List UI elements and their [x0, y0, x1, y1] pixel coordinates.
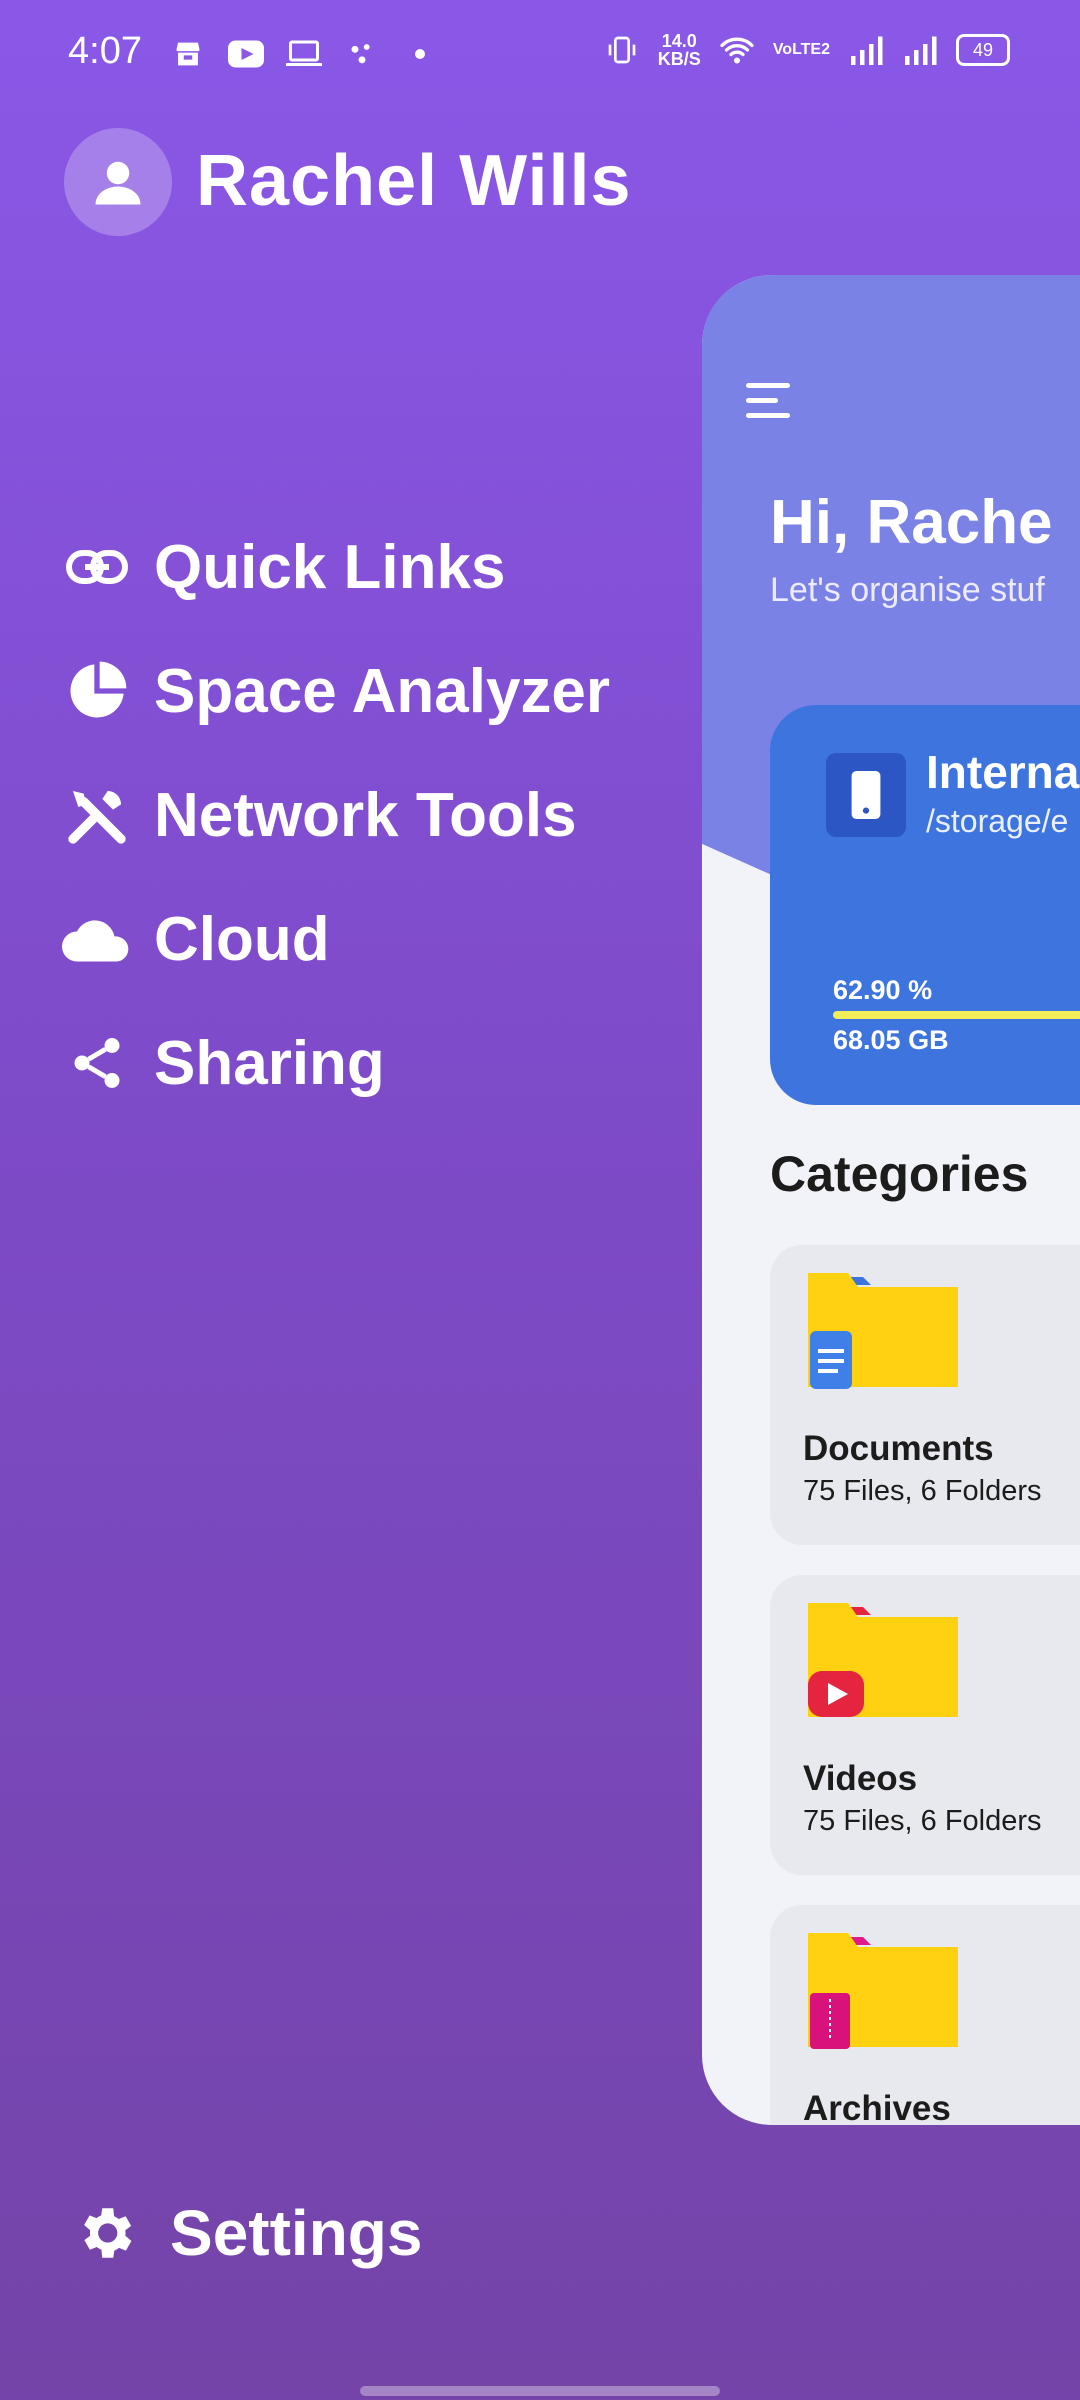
settings-button[interactable]: Settings	[70, 2196, 422, 2270]
net-speed-unit: KB/S	[657, 49, 701, 69]
notification-icons	[170, 36, 438, 72]
status-right: 14.0 KB/S VoLTE2 49	[604, 32, 1010, 68]
status-time: 4:07	[68, 30, 142, 72]
category-name: Documents	[803, 1429, 994, 1468]
vibrate-icon	[604, 32, 640, 68]
videos-folder-icon	[808, 1603, 958, 1717]
user-icon	[95, 161, 141, 205]
menu-item-sharing[interactable]: Sharing	[62, 1001, 610, 1125]
phone-icon	[826, 753, 906, 837]
storage-progress-bar	[833, 1011, 1080, 1019]
menu-label-space-analyzer: Space Analyzer	[154, 656, 611, 726]
menu-item-space-analyzer[interactable]: Space Analyzer	[62, 629, 610, 753]
tools-icon	[62, 780, 132, 850]
menu-label-quick-links: Quick Links	[154, 532, 506, 602]
profile-name: Rachel Wills	[196, 141, 632, 221]
internal-storage-card[interactable]: Interna /storage/e 62.90 % 68.05 GB	[770, 705, 1080, 1105]
home-indicator[interactable]	[360, 2386, 720, 2396]
status-bar: 4:07 14.0 KB/S VoLTE2 49	[0, 0, 1080, 110]
category-name: Videos	[803, 1759, 918, 1798]
category-archives[interactable]: Archives	[770, 1905, 1080, 2125]
category-documents[interactable]: Documents 75 Files, 6 Folders	[770, 1245, 1080, 1545]
volte-label: VoLTE2	[772, 41, 830, 58]
main-screen-preview[interactable]: Hi, Rache Let's organise stuf Interna /s…	[702, 275, 1080, 2125]
storage-path: /storage/e	[926, 803, 1069, 839]
dots-icon	[344, 36, 380, 72]
pie-chart-icon	[62, 656, 132, 726]
share-icon	[62, 1028, 132, 1098]
storage-used-size: 68.05 GB	[833, 1025, 949, 1055]
link-icon	[62, 532, 132, 602]
category-meta: 75 Files, 6 Folders	[803, 1475, 1042, 1507]
wifi-icon	[719, 32, 755, 68]
storage-title: Interna	[926, 746, 1080, 798]
signal-icon-1	[848, 32, 884, 68]
menu-icon[interactable]	[746, 383, 790, 428]
drawer-menu: Quick Links Space Analyzer Network Tools…	[62, 505, 610, 1125]
archives-folder-icon	[808, 1933, 958, 2049]
menu-item-cloud[interactable]: Cloud	[62, 877, 610, 1001]
settings-label: Settings	[170, 2197, 423, 2269]
signal-icon-2	[902, 32, 938, 68]
greeting: Hi, Rache	[770, 488, 1053, 557]
storage-used-percent: 62.90 %	[833, 975, 933, 1005]
laptop-icon	[286, 36, 322, 72]
battery-indicator: 49	[956, 34, 1010, 66]
net-speed-value: 14.0	[661, 31, 697, 51]
category-name: Archives	[803, 2089, 951, 2125]
menu-label-network-tools: Network Tools	[154, 780, 577, 850]
category-videos[interactable]: Videos 75 Files, 6 Folders	[770, 1575, 1080, 1875]
small-dot-icon	[402, 36, 438, 72]
avatar[interactable]	[64, 128, 172, 236]
shop-icon	[170, 36, 206, 72]
categories-title: Categories	[770, 1146, 1029, 1202]
category-meta: 75 Files, 6 Folders	[803, 1805, 1042, 1837]
menu-item-quick-links[interactable]: Quick Links	[62, 505, 610, 629]
gear-icon	[70, 2198, 140, 2268]
menu-label-cloud: Cloud	[154, 904, 330, 974]
menu-label-sharing: Sharing	[154, 1028, 385, 1098]
subgreeting: Let's organise stuf	[770, 571, 1045, 609]
cloud-icon	[62, 904, 132, 974]
documents-folder-icon	[808, 1273, 958, 1389]
youtube-icon	[228, 36, 264, 72]
network-speed: 14.0 KB/S	[658, 32, 701, 68]
menu-item-network-tools[interactable]: Network Tools	[62, 753, 610, 877]
